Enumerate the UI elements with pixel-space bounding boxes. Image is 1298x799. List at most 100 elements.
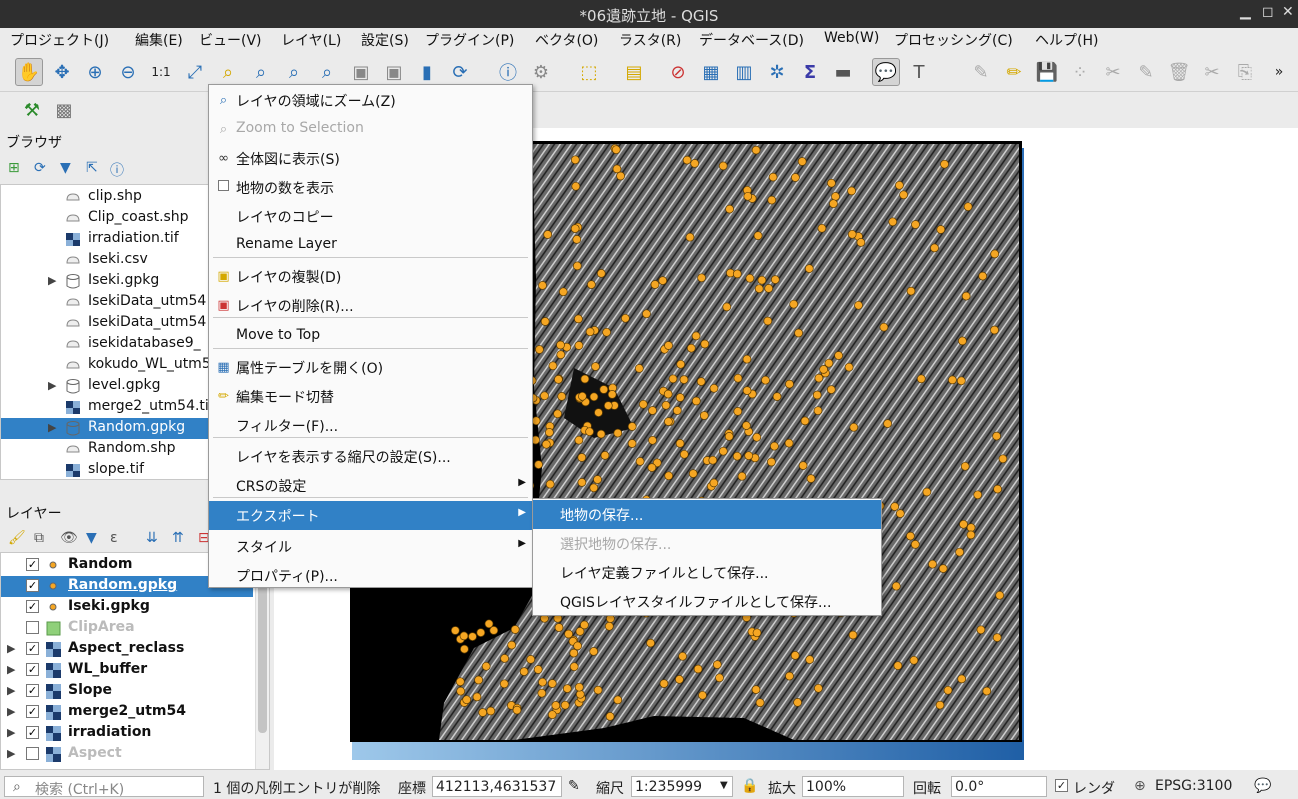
toolbar-overflow-icon[interactable]: » xyxy=(1265,58,1293,86)
rotation-spinbox[interactable]: 0.0° xyxy=(951,776,1047,797)
toggle-editing-icon[interactable]: ✏ xyxy=(1000,58,1028,86)
identify-icon[interactable]: ⓘ xyxy=(494,58,522,86)
visibility-icon[interactable]: 👁 xyxy=(60,530,78,546)
context-menu-item[interactable]: 地物の数を表示 xyxy=(209,173,532,202)
lock-scale-icon[interactable]: 🔒 xyxy=(741,778,758,794)
layer-visibility-checkbox[interactable] xyxy=(26,747,39,760)
menu-database[interactable]: データベース(D) xyxy=(699,30,804,50)
context-menu-item[interactable]: ⌕ レイヤの領域にズーム(Z) xyxy=(209,86,532,115)
close-icon[interactable]: ✕ xyxy=(1282,4,1294,20)
expression-filter-icon[interactable]: ε xyxy=(110,530,118,546)
measure-icon[interactable]: ▬ xyxy=(829,58,857,86)
plugin-icon[interactable]: ▩ xyxy=(50,96,78,124)
expand-all-icon[interactable]: ⇊ xyxy=(146,530,158,546)
render-checkbox[interactable]: ✓ xyxy=(1055,779,1068,792)
vertex-tool-icon[interactable]: ✂ xyxy=(1099,58,1127,86)
action-icon[interactable]: ⚙ xyxy=(527,58,555,86)
menu-plugins[interactable]: プラグイン(P) xyxy=(425,30,514,50)
menu-web[interactable]: Web(W) xyxy=(824,30,879,46)
deselect-icon[interactable]: ⊘ xyxy=(664,58,692,86)
export-menu-item[interactable]: QGISレイヤスタイルファイルとして保存... xyxy=(533,587,881,616)
locator-search[interactable]: ⌕ 検索 (Ctrl+K) xyxy=(4,776,204,798)
refresh-browser-icon[interactable]: ⟳ xyxy=(34,160,46,176)
expand-arrow-icon[interactable]: ▶ xyxy=(7,747,15,760)
style-icon[interactable]: 🖌 xyxy=(8,530,26,546)
context-menu-item[interactable]: Move to Top xyxy=(209,322,532,351)
add-feature-icon[interactable]: ⁘ xyxy=(1066,58,1094,86)
magnifier-spinbox[interactable]: 100% xyxy=(802,776,904,797)
grass-tools-icon[interactable]: ⚒ xyxy=(18,96,46,124)
map-tips-icon[interactable]: ▮ xyxy=(413,58,441,86)
select-by-value-icon[interactable]: ▤ xyxy=(620,58,648,86)
coordinate-field[interactable]: 412113,4631537 xyxy=(432,776,562,797)
messages-icon[interactable]: 💬 xyxy=(1254,778,1271,794)
layer-item[interactable]: ▶ Aspect xyxy=(1,744,253,765)
context-menu-item[interactable]: ✏ 編集モード切替 xyxy=(209,382,532,411)
zoom-last-icon[interactable]: ⌕ xyxy=(280,58,308,86)
export-menu-item[interactable]: 地物の保存... xyxy=(533,500,881,529)
menu-processing[interactable]: プロセッシング(C) xyxy=(894,30,1013,50)
refresh-icon[interactable]: ⟳ xyxy=(446,58,474,86)
field-calculator-icon[interactable]: ▥ xyxy=(730,58,758,86)
context-menu-item[interactable]: CRSの設定 ▶ xyxy=(209,471,532,500)
collapse-all-icon[interactable]: ⇱ xyxy=(86,160,98,176)
zoom-full-icon[interactable]: ⤢ xyxy=(181,58,209,86)
zoom-out-icon[interactable]: ⊖ xyxy=(114,58,142,86)
attribute-table-icon[interactable]: ▦ xyxy=(697,58,725,86)
crs-label[interactable]: EPSG:3100 xyxy=(1155,778,1232,794)
zoom-layer-icon[interactable]: ⌕ xyxy=(247,58,275,86)
layer-visibility-checkbox[interactable]: ✓ xyxy=(26,642,39,655)
context-menu-item[interactable]: ▦ 属性テーブルを開く(O) xyxy=(209,353,532,382)
layer-item[interactable]: ▶ ✓ WL_buffer xyxy=(1,660,253,681)
filter-legend-icon[interactable]: ▼ xyxy=(86,530,97,546)
context-menu-item[interactable]: スタイル ▶ xyxy=(209,532,532,561)
menu-vector[interactable]: ベクタ(O) xyxy=(535,30,598,50)
menu-help[interactable]: ヘルプ(H) xyxy=(1035,30,1098,50)
zoom-selection-icon[interactable]: ⌕ xyxy=(214,58,242,86)
processing-toolbox-icon[interactable]: ✲ xyxy=(763,58,791,86)
layer-visibility-checkbox[interactable]: ✓ xyxy=(26,600,39,613)
context-menu-item[interactable]: レイヤのコピー xyxy=(209,202,532,231)
context-menu-item[interactable]: ⌕ Zoom to Selection xyxy=(209,115,532,144)
layer-visibility-checkbox[interactable]: ✓ xyxy=(26,663,39,676)
layer-item[interactable]: ▶ ✓ Aspect_reclass xyxy=(1,639,253,660)
add-selected-icon[interactable]: ⊞ xyxy=(8,160,20,176)
modify-attributes-icon[interactable]: ✎ xyxy=(1132,58,1160,86)
minimize-icon[interactable]: ▁ xyxy=(1240,4,1251,20)
layer-visibility-checkbox[interactable]: ✓ xyxy=(26,558,39,571)
layer-visibility-checkbox[interactable] xyxy=(26,621,39,634)
show-bookmarks-icon[interactable]: ▣ xyxy=(380,58,408,86)
text-annotation-icon[interactable]: 💬 xyxy=(872,58,900,86)
filter-browser-icon[interactable]: ▼ xyxy=(60,160,71,176)
expand-arrow-icon[interactable]: ▶ xyxy=(7,705,15,718)
digitize-icon[interactable]: ✎ xyxy=(967,58,995,86)
properties-info-icon[interactable]: ⓘ xyxy=(110,160,124,180)
statistics-icon[interactable]: Σ xyxy=(796,58,824,86)
context-menu-item[interactable]: ∞ 全体図に表示(S) xyxy=(209,144,532,173)
zoom-next-icon[interactable]: ⌕ xyxy=(313,58,341,86)
context-menu-item[interactable]: ▣ レイヤの複製(D) xyxy=(209,262,532,291)
delete-selected-icon[interactable]: 🗑 xyxy=(1165,58,1193,86)
context-menu-item[interactable]: フィルター(F)... xyxy=(209,411,532,440)
layer-item[interactable]: ▶ ✓ irradiation xyxy=(1,723,253,744)
context-menu-item[interactable]: エクスポート ▶ xyxy=(209,501,532,530)
expand-arrow-icon[interactable]: ▶ xyxy=(7,642,15,655)
layer-item[interactable]: ✓ Iseki.gpkg xyxy=(1,597,253,618)
layer-visibility-checkbox[interactable]: ✓ xyxy=(26,684,39,697)
layer-item[interactable]: ▶ ✓ merge2_utm54 xyxy=(1,702,253,723)
export-menu-item[interactable]: レイヤ定義ファイルとして保存... xyxy=(533,558,881,587)
expand-arrow-icon[interactable]: ▶ xyxy=(48,421,56,434)
layer-item[interactable]: ▶ ✓ Slope xyxy=(1,681,253,702)
context-menu-item[interactable]: Rename Layer xyxy=(209,231,532,260)
layer-item[interactable]: ClipArea xyxy=(1,618,253,639)
expand-arrow-icon[interactable]: ▶ xyxy=(48,274,56,287)
menu-view[interactable]: ビュー(V) xyxy=(199,30,262,50)
expand-arrow-icon[interactable]: ▶ xyxy=(7,663,15,676)
collapse-layers-icon[interactable]: ⇈ xyxy=(172,530,184,546)
select-features-icon[interactable]: ⬚ xyxy=(575,58,603,86)
context-menu-item[interactable]: レイヤを表示する縮尺の設定(S)... xyxy=(209,442,532,471)
new-bookmark-icon[interactable]: ▣ xyxy=(347,58,375,86)
expand-arrow-icon[interactable]: ▶ xyxy=(48,379,56,392)
menu-settings[interactable]: 設定(S) xyxy=(361,30,409,50)
label-tool-icon[interactable]: T xyxy=(905,58,933,86)
